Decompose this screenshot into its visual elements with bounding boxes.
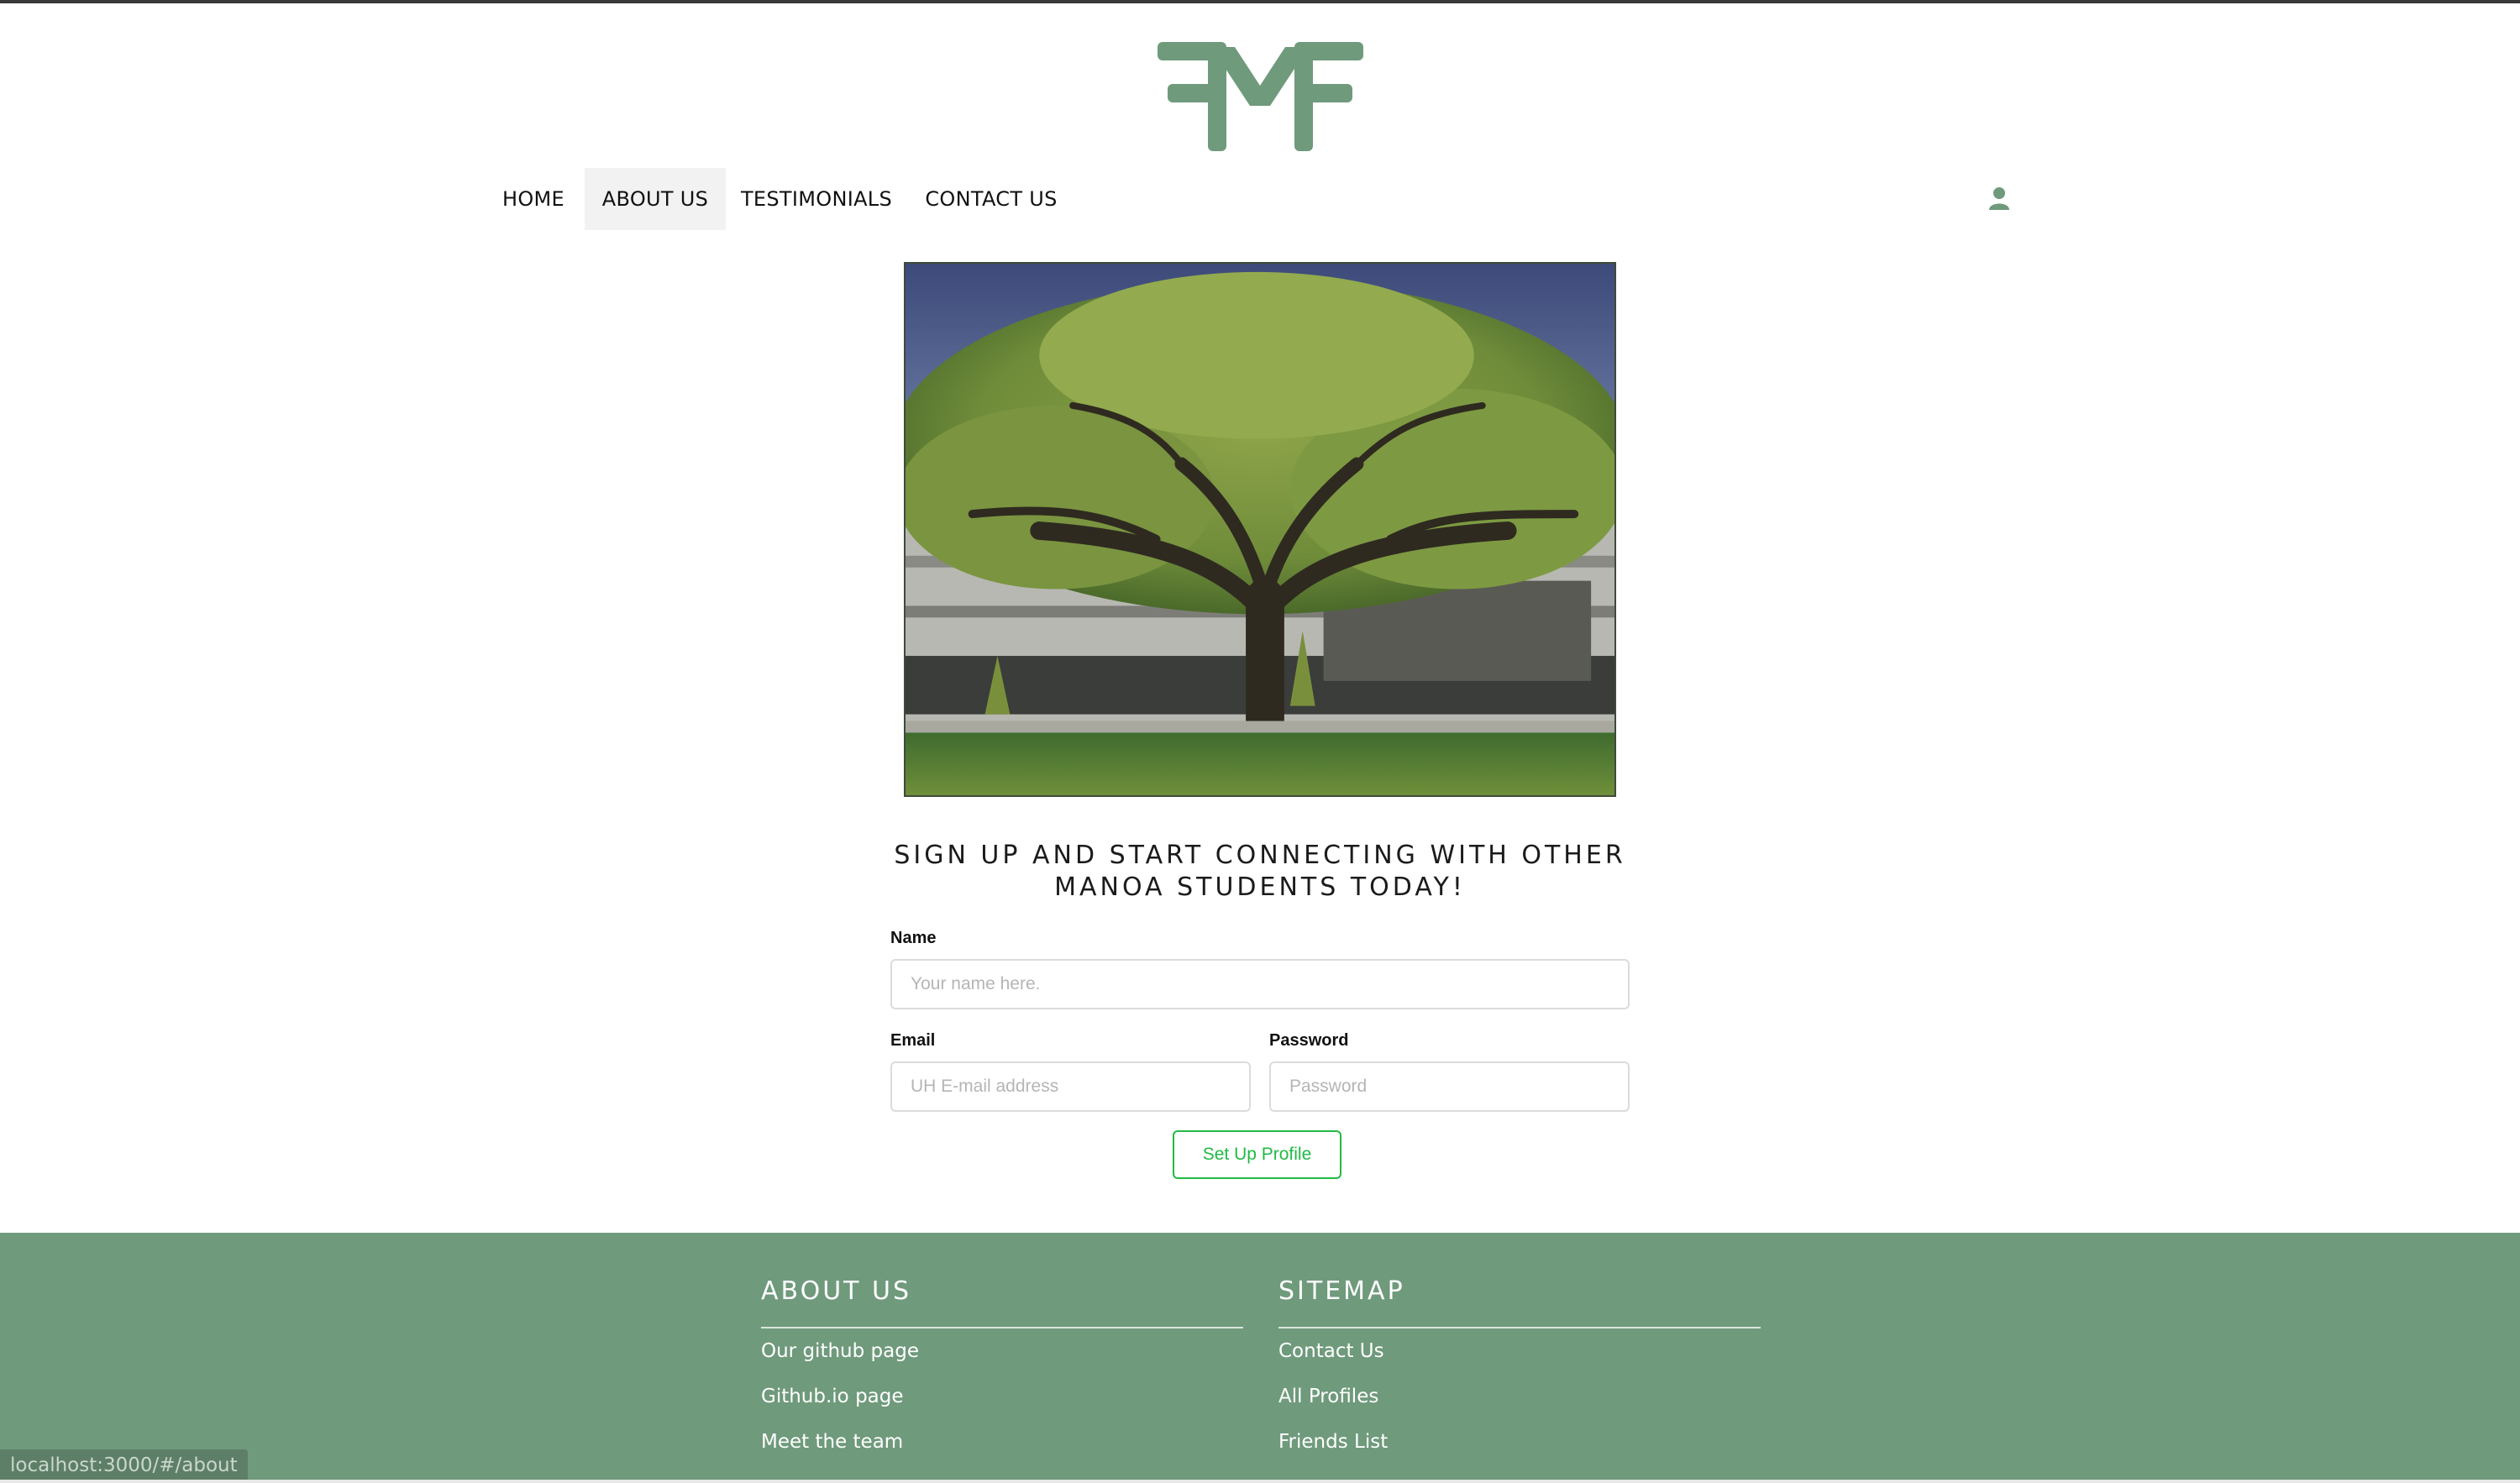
footer-link-contact-us[interactable]: Contact Us <box>1278 1340 1384 1362</box>
password-input[interactable] <box>1269 1061 1630 1112</box>
bottom-border <box>0 1480 2520 1483</box>
user-icon[interactable] <box>1986 185 2013 212</box>
email-input[interactable] <box>890 1061 1251 1112</box>
nav-home[interactable]: HOME <box>496 168 571 230</box>
name-label: Name <box>890 929 937 947</box>
password-label: Password <box>1269 1031 1349 1050</box>
set-up-profile-button[interactable]: Set Up Profile <box>1173 1130 1341 1179</box>
name-input[interactable] <box>890 959 1630 1009</box>
signup-heading: SIGN UP AND START CONNECTING WITH OTHER … <box>890 840 1630 904</box>
nav-testimonials[interactable]: TESTIMONIALS <box>736 168 897 230</box>
footer: ABOUT US Our github page Github.io page … <box>0 1233 2520 1483</box>
nav-about-us[interactable]: ABOUT US <box>585 168 726 230</box>
top-border <box>0 0 2520 3</box>
nav-contact-us[interactable]: CONTACT US <box>921 168 1062 230</box>
status-bar-url: localhost:3000/#/about <box>0 1449 248 1481</box>
footer-about-divider <box>761 1327 1243 1328</box>
footer-link-meet-team[interactable]: Meet the team <box>761 1431 903 1453</box>
footer-sitemap-heading: SITEMAP <box>1278 1276 1405 1306</box>
footer-link-github[interactable]: Our github page <box>761 1340 919 1362</box>
footer-link-all-profiles[interactable]: All Profiles <box>1278 1386 1378 1407</box>
footer-about-heading: ABOUT US <box>761 1276 912 1306</box>
tree-photo <box>904 262 1616 797</box>
fmf-logo[interactable] <box>1158 42 1363 151</box>
email-label: Email <box>890 1031 936 1050</box>
main-nav: HOME ABOUT US TESTIMONIALS CONTACT US <box>0 168 2520 230</box>
footer-link-github-io[interactable]: Github.io page <box>761 1386 904 1407</box>
footer-link-friends-list[interactable]: Friends List <box>1278 1431 1388 1453</box>
signup-heading-line1: SIGN UP AND START CONNECTING WITH OTHER <box>894 841 1626 870</box>
footer-sitemap-divider <box>1278 1327 1761 1328</box>
signup-heading-line2: MANOA STUDENTS TODAY! <box>1054 873 1466 902</box>
